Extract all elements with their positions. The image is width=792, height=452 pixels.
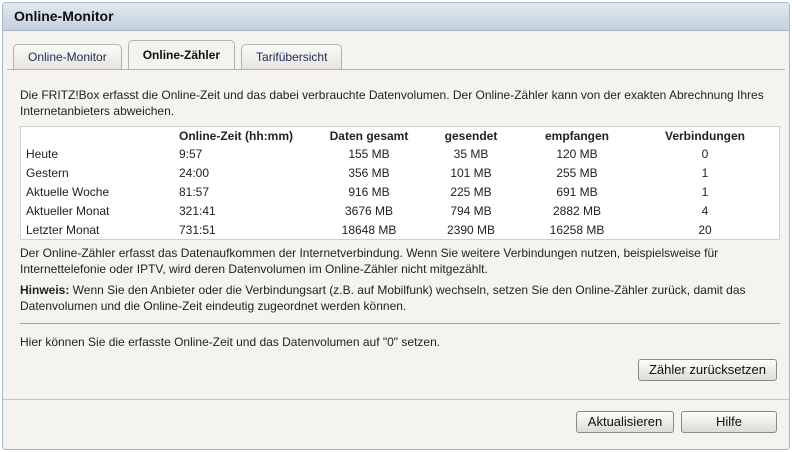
row-label: Letzter Monat <box>26 222 100 237</box>
row-label: Heute <box>26 146 59 161</box>
footer-divider <box>3 399 789 400</box>
reset-description: Hier können Sie die erfasste Online-Zeit… <box>20 335 441 349</box>
cell-received: 16258 MB <box>549 222 605 237</box>
table-row: Aktuelle Woche 81:57 916 MB 225 MB 691 M… <box>21 182 780 201</box>
table-row: Letzter Monat 731:51 18648 MB 2390 MB 16… <box>21 220 780 240</box>
hint-text: Wenn Sie den Anbieter oder die Verbindun… <box>20 283 746 313</box>
header-sent: gesendet <box>444 128 498 143</box>
table-header-row: Online-Zeit (hh:mm) Daten gesamt gesende… <box>21 127 780 145</box>
cell-data-total: 916 MB <box>348 184 390 199</box>
cell-received: 120 MB <box>556 146 598 161</box>
panel-title: Online-Monitor <box>3 3 789 31</box>
tab-bar: Online-Monitor Online-Zähler Tarifübersi… <box>13 39 348 70</box>
cell-online-time: 24:00 <box>179 165 210 180</box>
cell-connections: 0 <box>701 146 709 161</box>
cell-online-time: 9:57 <box>179 146 203 161</box>
refresh-button[interactable]: Aktualisieren <box>576 411 674 433</box>
cell-sent: 101 MB <box>450 165 492 180</box>
tab-divider <box>7 69 785 70</box>
cell-online-time: 81:57 <box>179 184 210 199</box>
cell-data-total: 18648 MB <box>341 222 397 237</box>
hint-paragraph: Hinweis: Wenn Sie den Anbieter oder die … <box>20 282 780 314</box>
cell-received: 691 MB <box>556 184 598 199</box>
cell-data-total: 155 MB <box>348 146 390 161</box>
cell-connections: 20 <box>698 222 712 237</box>
note-text: Der Online-Zähler erfasst das Datenaufko… <box>20 246 719 276</box>
cell-sent: 2390 MB <box>446 222 496 237</box>
cell-connections: 1 <box>701 165 709 180</box>
cell-data-total: 356 MB <box>348 165 390 180</box>
cell-online-time: 321:41 <box>179 203 216 218</box>
header-connections: Verbindungen <box>664 128 745 143</box>
cell-online-time: 731:51 <box>179 222 216 237</box>
online-monitor-panel: Online-Monitor Online-Monitor Online-Zäh… <box>2 2 790 450</box>
cell-connections: 4 <box>701 203 709 218</box>
table-row: Gestern 24:00 356 MB 101 MB 255 MB 1 <box>21 163 780 182</box>
table-row: Heute 9:57 155 MB 35 MB 120 MB 0 <box>21 144 780 163</box>
cell-connections: 1 <box>701 184 709 199</box>
cell-data-total: 3676 MB <box>344 203 394 218</box>
content-area: Die FRITZ!Box erfasst die Online-Zeit un… <box>20 87 780 350</box>
row-label: Aktuelle Woche <box>26 184 110 199</box>
header-period <box>21 127 180 145</box>
row-label: Gestern <box>26 165 69 180</box>
reset-counter-button[interactable]: Zähler zurücksetzen <box>638 359 777 381</box>
tab-online-monitor[interactable]: Online-Monitor <box>13 44 122 69</box>
header-received: empfangen <box>544 128 609 143</box>
section-divider <box>20 323 780 324</box>
help-button[interactable]: Hilfe <box>681 411 777 433</box>
row-label: Aktueller Monat <box>26 203 110 218</box>
header-data-total: Daten gesamt <box>329 128 409 143</box>
tab-tarifuebersicht[interactable]: Tarifübersicht <box>241 44 343 69</box>
cell-sent: 35 MB <box>453 146 489 161</box>
cell-received: 2882 MB <box>552 203 602 218</box>
cell-sent: 794 MB <box>450 203 492 218</box>
table-row: Aktueller Monat 321:41 3676 MB 794 MB 28… <box>21 201 780 220</box>
online-counter-table: Online-Zeit (hh:mm) Daten gesamt gesende… <box>20 126 780 240</box>
cell-sent: 225 MB <box>450 184 492 199</box>
intro-text: Die FRITZ!Box erfasst die Online-Zeit un… <box>20 88 764 118</box>
cell-received: 255 MB <box>556 165 598 180</box>
header-online-time: Online-Zeit (hh:mm) <box>179 128 293 143</box>
hint-label: Hinweis: <box>20 283 70 297</box>
tab-online-zaehler[interactable]: Online-Zähler <box>127 40 236 70</box>
